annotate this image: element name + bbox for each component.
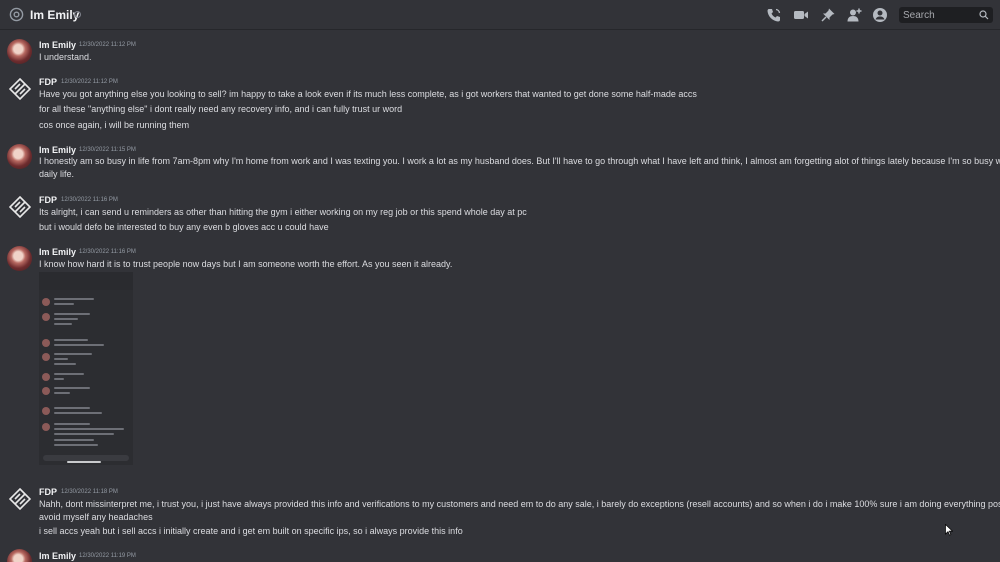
video-call-icon[interactable] [793, 7, 809, 23]
message-timestamp: 12/30/2022 11:19 PM [79, 553, 136, 559]
fdp-logo-icon [8, 77, 31, 100]
message-author[interactable]: FDP [39, 77, 57, 87]
attachment-line [42, 312, 128, 326]
voice-call-icon[interactable] [766, 7, 782, 23]
attachment-line [42, 386, 128, 400]
message-author[interactable]: FDP [39, 195, 57, 205]
avatar[interactable] [7, 194, 32, 219]
message-timestamp: 12/30/2022 11:18 PM [61, 489, 118, 495]
avatar[interactable] [7, 549, 32, 562]
avatar[interactable] [7, 76, 32, 101]
message-text: Have you got anything else you looking t… [39, 89, 697, 99]
message-timestamp: 12/30/2022 11:12 PM [79, 42, 136, 48]
attachment-line [42, 422, 128, 436]
message-timestamp: 12/30/2022 11:16 PM [61, 197, 118, 203]
attachment-line [42, 438, 128, 452]
status-indicator [74, 11, 81, 18]
avatar[interactable] [7, 39, 32, 64]
message-author[interactable]: Im Emily [39, 145, 76, 155]
message-text: for all these "anything else" i dont rea… [39, 104, 403, 114]
fdp-logo-icon [8, 487, 31, 510]
message-text: daily life. [39, 169, 75, 179]
message-text: Its alright, i can send u reminders as o… [39, 207, 527, 217]
add-friends-icon[interactable] [846, 7, 862, 23]
message-author[interactable]: Im Emily [39, 247, 76, 257]
attachment-line [42, 338, 128, 352]
message-text: I know how hard it is to trust people no… [39, 259, 453, 269]
fdp-logo-icon [8, 195, 31, 218]
avatar[interactable] [7, 144, 32, 169]
attachment-line [42, 352, 128, 366]
pinned-messages-icon[interactable] [820, 7, 836, 23]
attachment-header-bar [39, 272, 133, 290]
message-text: Nahh, dont missinterpret me, i trust you… [39, 499, 1000, 509]
attachment-line [42, 297, 128, 311]
message-author[interactable]: FDP [39, 487, 57, 497]
message-text: I honestly am so busy in life from 7am-8… [39, 156, 1000, 166]
attachment-line [42, 372, 128, 386]
avatar[interactable] [7, 486, 32, 511]
channel-title: Im Emily [30, 8, 80, 22]
message-timestamp: 12/30/2022 11:15 PM [79, 147, 136, 153]
message-text: but i would defo be interested to buy an… [39, 222, 329, 232]
search-icon [979, 10, 989, 20]
message-author[interactable]: Im Emily [39, 551, 76, 561]
message-author[interactable]: Im Emily [39, 40, 76, 50]
mouse-cursor-icon [945, 524, 953, 536]
message-timestamp: 12/30/2022 11:16 PM [79, 249, 136, 255]
attachment-line [42, 406, 128, 420]
message-text: avoid myself any headaches [39, 512, 153, 522]
channel-header: Im Emily [0, 0, 1000, 30]
at-icon [9, 7, 24, 22]
avatar[interactable] [7, 246, 32, 271]
attachment-home-indicator [67, 461, 101, 463]
message-text: i sell accs yeah but i sell accs i initi… [39, 526, 463, 536]
message-timestamp: 12/30/2022 11:12 PM [61, 79, 118, 85]
message-text: I understand. [39, 52, 92, 62]
user-profile-icon[interactable] [872, 7, 888, 23]
image-attachment[interactable] [39, 272, 133, 465]
message-text: cos once again, i will be running them [39, 120, 190, 130]
